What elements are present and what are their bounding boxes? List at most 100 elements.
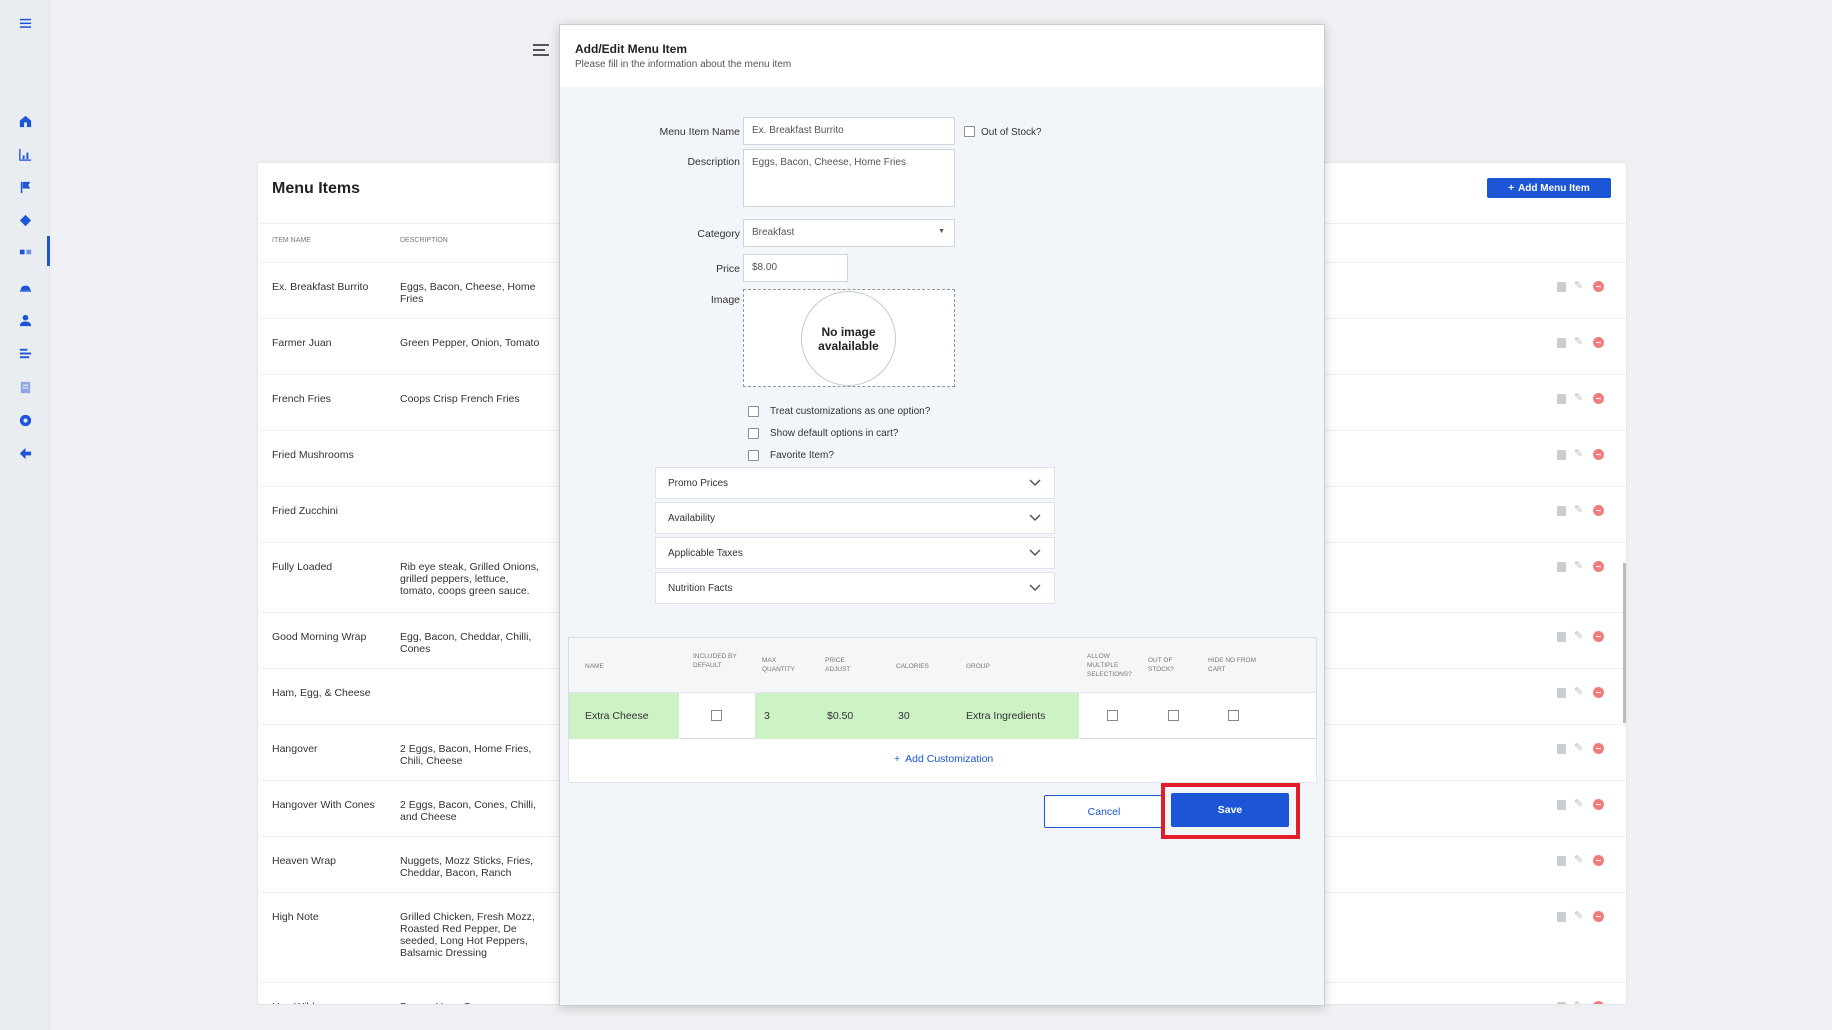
item-description: Coops Crisp French Fries <box>400 393 520 405</box>
edit-icon[interactable]: ✎ <box>1574 687 1585 698</box>
save-button[interactable]: Save <box>1171 793 1289 827</box>
flag-icon[interactable] <box>15 178 35 196</box>
delete-icon[interactable] <box>1593 911 1604 922</box>
item-description: Rib eye steak, Grilled Onions, grilled p… <box>400 561 539 597</box>
menu-item-name-input[interactable]: Ex. Breakfast Burrito <box>743 117 955 145</box>
row-actions: ✎ <box>1557 449 1604 460</box>
description-textarea[interactable]: Eggs, Bacon, Cheese, Home Fries <box>743 149 955 207</box>
delete-icon[interactable] <box>1593 799 1604 810</box>
row-actions: ✎ <box>1557 855 1604 866</box>
out-of-stock-checkbox[interactable] <box>964 126 975 137</box>
copy-icon[interactable] <box>1557 799 1566 810</box>
copy-icon[interactable] <box>1557 855 1566 866</box>
customization-name[interactable]: Extra Cheese <box>585 710 649 722</box>
col-allow-multiple: ALLOW MULTIPLE SELECTIONS? <box>1087 653 1132 678</box>
edit-icon[interactable]: ✎ <box>1574 911 1585 922</box>
category-select[interactable]: Breakfast ▼ <box>743 219 955 247</box>
edit-icon[interactable]: ✎ <box>1574 393 1585 404</box>
caret-down-icon: ▼ <box>938 228 945 235</box>
menu-items-icon[interactable] <box>15 243 35 261</box>
copy-icon[interactable] <box>1557 631 1566 642</box>
customization-price-adjust[interactable]: $0.50 <box>827 710 853 722</box>
delete-icon[interactable] <box>1593 631 1604 642</box>
price-input[interactable]: $8.00 <box>743 254 848 282</box>
add-menu-item-label: Add Menu Item <box>1518 182 1590 194</box>
customization-group[interactable]: Extra Ingredients <box>966 710 1045 722</box>
delete-icon[interactable] <box>1593 281 1604 292</box>
home-icon[interactable] <box>15 112 35 130</box>
delete-icon[interactable] <box>1593 687 1604 698</box>
sidebar <box>0 0 50 1030</box>
accordion-promo-prices[interactable]: Promo Prices <box>655 467 1055 499</box>
delete-icon[interactable] <box>1593 505 1604 516</box>
col-included: INCLUDED BY DEFAULT <box>693 653 737 669</box>
edit-icon[interactable]: ✎ <box>1574 561 1585 572</box>
hide-no-from-cart-checkbox[interactable] <box>1228 710 1239 721</box>
document-icon[interactable] <box>15 378 35 396</box>
edit-icon[interactable]: ✎ <box>1574 743 1585 754</box>
included-by-default-checkbox[interactable] <box>711 710 722 721</box>
add-edit-menu-item-modal: Add/Edit Menu Item Please fill in the in… <box>559 24 1325 1006</box>
copy-icon[interactable] <box>1557 911 1566 922</box>
list-icon[interactable] <box>15 344 35 362</box>
scrollbar[interactable] <box>1623 563 1626 723</box>
copy-icon[interactable] <box>1557 687 1566 698</box>
out-of-stock-label: Out of Stock? <box>981 127 1042 138</box>
row-actions: ✎ <box>1557 281 1604 292</box>
customization-calories[interactable]: 30 <box>898 710 910 722</box>
copy-icon[interactable] <box>1557 337 1566 348</box>
out-of-stock-row-checkbox[interactable] <box>1168 710 1179 721</box>
tag-icon[interactable] <box>15 211 35 229</box>
copy-icon[interactable] <box>1557 393 1566 404</box>
item-name: Good Morning Wrap <box>272 631 367 643</box>
allow-multiple-checkbox[interactable] <box>1107 710 1118 721</box>
delete-icon[interactable] <box>1593 743 1604 754</box>
show-default-options-checkbox[interactable] <box>748 428 759 439</box>
delete-icon[interactable] <box>1593 1001 1604 1004</box>
menu-icon[interactable] <box>15 14 35 32</box>
delete-icon[interactable] <box>1593 337 1604 348</box>
add-customization-link[interactable]: + Add Customization <box>894 753 993 765</box>
edit-icon[interactable]: ✎ <box>1574 631 1585 642</box>
delete-icon[interactable] <box>1593 561 1604 572</box>
settings-icon[interactable] <box>15 411 35 429</box>
add-menu-item-button[interactable]: + Add Menu Item <box>1487 178 1611 198</box>
row-actions: ✎ <box>1557 337 1604 348</box>
edit-icon[interactable]: ✎ <box>1574 281 1585 292</box>
edit-icon[interactable]: ✎ <box>1574 855 1585 866</box>
item-description: Bacon, Ham, Sausage, Cheese <box>400 1001 545 1004</box>
column-item-name: ITEM NAME <box>272 237 311 244</box>
copy-icon[interactable] <box>1557 561 1566 572</box>
image-upload-area[interactable]: No image avalailable <box>743 289 955 387</box>
accordion-nutrition-facts[interactable]: Nutrition Facts <box>655 572 1055 604</box>
favorite-item-checkbox[interactable] <box>748 450 759 461</box>
copy-icon[interactable] <box>1557 1001 1566 1004</box>
cancel-button[interactable]: Cancel <box>1044 795 1164 828</box>
back-arrow-icon[interactable] <box>15 444 35 462</box>
edit-icon[interactable]: ✎ <box>1574 1001 1585 1005</box>
edit-icon[interactable]: ✎ <box>1574 337 1585 348</box>
edit-icon[interactable]: ✎ <box>1574 505 1585 516</box>
customization-row[interactable]: Extra Cheese 3 $0.50 30 Extra Ingredient… <box>569 693 1316 739</box>
accordion-applicable-taxes[interactable]: Applicable Taxes <box>655 537 1055 569</box>
copy-icon[interactable] <box>1557 281 1566 292</box>
item-name: Hangover With Cones <box>272 799 375 811</box>
edit-icon[interactable]: ✎ <box>1574 449 1585 460</box>
chart-icon[interactable] <box>15 145 35 163</box>
delete-icon[interactable] <box>1593 449 1604 460</box>
customization-max-qty[interactable]: 3 <box>764 710 770 722</box>
page-menu-toggle-icon[interactable] <box>533 44 549 56</box>
delete-icon[interactable] <box>1593 855 1604 866</box>
modal-subtitle: Please fill in the information about the… <box>575 59 792 70</box>
copy-icon[interactable] <box>1557 449 1566 460</box>
item-name: Fully Loaded <box>272 561 333 573</box>
edit-icon[interactable]: ✎ <box>1574 799 1585 810</box>
user-icon[interactable] <box>15 311 35 329</box>
treat-customizations-checkbox[interactable] <box>748 406 759 417</box>
item-description: 2 Eggs, Bacon, Home Fries, Chili, Cheese <box>400 743 532 767</box>
copy-icon[interactable] <box>1557 743 1566 754</box>
delete-icon[interactable] <box>1593 393 1604 404</box>
copy-icon[interactable] <box>1557 505 1566 516</box>
cloud-icon[interactable] <box>15 277 35 295</box>
accordion-availability[interactable]: Availability <box>655 502 1055 534</box>
